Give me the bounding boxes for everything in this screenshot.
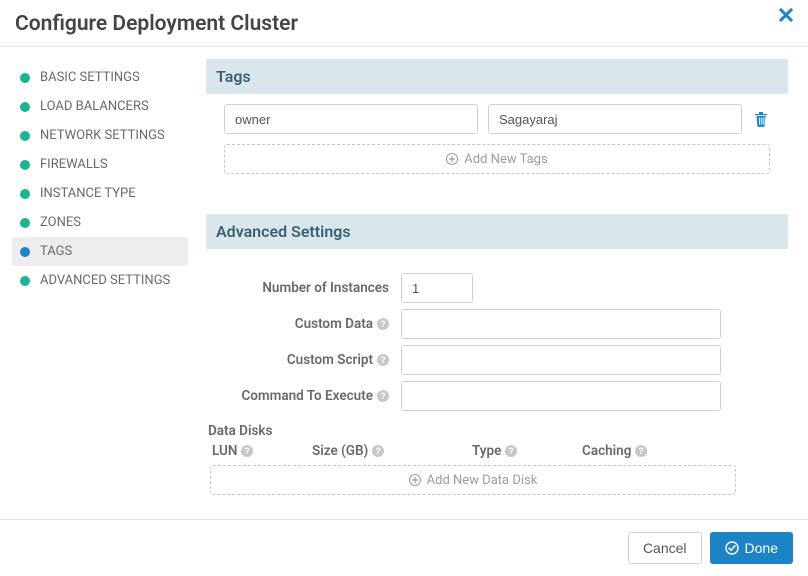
add-data-disk-label: Add New Data Disk <box>427 473 538 488</box>
form-row-command: Command To Execute ? <box>206 381 788 411</box>
advanced-section-title: Advanced Settings <box>206 214 788 249</box>
button-label: Cancel <box>643 540 687 556</box>
status-dot-icon <box>20 73 30 83</box>
sidebar-item-label: LOAD BALANCERS <box>40 99 149 114</box>
sidebar-item-network-settings[interactable]: NETWORK SETTINGS <box>12 121 188 150</box>
add-new-tags-button[interactable]: Add New Tags <box>224 144 770 174</box>
cancel-button[interactable]: Cancel <box>628 532 702 564</box>
num-instances-input[interactable] <box>401 273 473 303</box>
sidebar-item-instance-type[interactable]: INSTANCE TYPE <box>12 179 188 208</box>
data-disks-heading: Data Disks <box>206 417 788 443</box>
sidebar-item-zones[interactable]: ZONES <box>12 208 188 237</box>
form-row-custom-script: Custom Script ? <box>206 345 788 375</box>
page-title: Configure Deployment Cluster <box>15 12 298 36</box>
form-row-num-instances: Number of Instances <box>206 273 788 303</box>
sidebar-item-load-balancers[interactable]: LOAD BALANCERS <box>12 92 188 121</box>
sidebar-item-basic-settings[interactable]: BASIC SETTINGS <box>12 63 188 92</box>
status-dot-icon <box>20 276 30 286</box>
label-text: LUN <box>212 443 237 459</box>
plus-circle-icon <box>409 474 421 486</box>
tags-section-title: Tags <box>206 59 788 94</box>
command-label: Command To Execute ? <box>206 388 401 404</box>
label-text: Caching <box>582 443 631 459</box>
label-text: Size (GB) <box>312 443 368 459</box>
modal-footer: Cancel Done <box>0 519 808 576</box>
modal-body: BASIC SETTINGS LOAD BALANCERS NETWORK SE… <box>0 47 808 519</box>
help-icon[interactable]: ? <box>241 445 253 457</box>
configure-deployment-cluster-modal: Configure Deployment Cluster BASIC SETTI… <box>0 0 808 576</box>
help-icon[interactable]: ? <box>635 445 647 457</box>
trash-icon[interactable] <box>752 110 770 128</box>
svg-text:?: ? <box>639 446 645 456</box>
num-instances-label: Number of Instances <box>206 280 401 296</box>
svg-text:?: ? <box>380 355 386 365</box>
help-icon[interactable]: ? <box>377 354 389 366</box>
help-icon[interactable]: ? <box>377 390 389 402</box>
sidebar-item-advanced-settings[interactable]: ADVANCED SETTINGS <box>12 266 188 295</box>
help-icon[interactable]: ? <box>372 445 384 457</box>
svg-text:?: ? <box>376 446 382 456</box>
label-text: Type <box>472 443 501 459</box>
sidebar-item-label: NETWORK SETTINGS <box>40 128 165 143</box>
status-dot-icon <box>20 160 30 170</box>
add-new-tags-label: Add New Tags <box>464 152 547 167</box>
col-lun: LUN ? <box>212 443 312 459</box>
add-new-data-disk-button[interactable]: Add New Data Disk <box>210 465 736 495</box>
svg-text:?: ? <box>245 446 251 456</box>
status-dot-icon <box>20 218 30 228</box>
custom-data-input[interactable] <box>401 309 721 339</box>
status-dot-icon <box>20 247 30 257</box>
label-text: Custom Script <box>287 352 373 368</box>
tag-key-input[interactable] <box>224 104 478 134</box>
close-icon[interactable] <box>779 8 793 22</box>
sidebar-item-firewalls[interactable]: FIREWALLS <box>12 150 188 179</box>
button-label: Done <box>745 540 778 556</box>
sidebar-item-label: BASIC SETTINGS <box>40 70 140 85</box>
status-dot-icon <box>20 102 30 112</box>
svg-text:?: ? <box>380 391 386 401</box>
col-type: Type ? <box>472 443 582 459</box>
svg-text:?: ? <box>509 446 515 456</box>
custom-data-label: Custom Data ? <box>206 316 401 332</box>
label-text: Command To Execute <box>241 388 373 404</box>
col-caching: Caching ? <box>582 443 788 459</box>
sidebar-item-label: INSTANCE TYPE <box>40 186 136 201</box>
sidebar-item-label: ZONES <box>40 215 81 230</box>
status-dot-icon <box>20 189 30 199</box>
custom-script-input[interactable] <box>401 345 721 375</box>
tag-value-input[interactable] <box>488 104 742 134</box>
modal-header: Configure Deployment Cluster <box>0 0 808 47</box>
check-circle-icon <box>725 541 739 555</box>
done-button[interactable]: Done <box>710 532 793 564</box>
sidebar-item-label: FIREWALLS <box>40 157 108 172</box>
custom-script-label: Custom Script ? <box>206 352 401 368</box>
add-tag-row: Add New Tags <box>206 144 788 184</box>
plus-circle-icon <box>446 153 458 165</box>
form-row-custom-data: Custom Data ? <box>206 309 788 339</box>
command-input[interactable] <box>401 381 721 411</box>
sidebar-item-tags[interactable]: TAGS <box>12 237 188 266</box>
help-icon[interactable]: ? <box>377 318 389 330</box>
label-text: Number of Instances <box>262 280 389 296</box>
col-size: Size (GB) ? <box>312 443 472 459</box>
label-text: Custom Data <box>295 316 373 332</box>
sidebar-item-label: ADVANCED SETTINGS <box>40 273 170 288</box>
help-icon[interactable]: ? <box>505 445 517 457</box>
main-content: Tags Add New Tags <box>200 59 808 495</box>
status-dot-icon <box>20 131 30 141</box>
svg-text:?: ? <box>380 319 386 329</box>
data-disks-body: Add New Data Disk <box>206 465 788 495</box>
settings-nav: BASIC SETTINGS LOAD BALANCERS NETWORK SE… <box>0 59 200 495</box>
data-disks-header-row: LUN ? Size (GB) ? Type ? <box>206 443 788 465</box>
sidebar-item-label: TAGS <box>40 244 72 259</box>
tag-row <box>206 104 788 144</box>
